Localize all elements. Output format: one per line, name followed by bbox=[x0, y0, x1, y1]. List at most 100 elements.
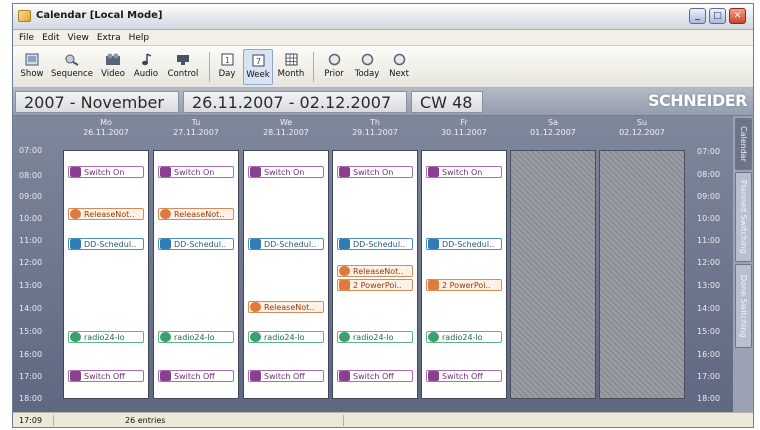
tab-calendar[interactable]: Calendar bbox=[735, 118, 752, 170]
day-column-sun[interactable] bbox=[599, 150, 685, 399]
month-view-button[interactable]: Month bbox=[275, 49, 307, 85]
event-release-notes[interactable]: ReleaseNot.. bbox=[158, 208, 234, 220]
week-label: Week bbox=[246, 70, 270, 80]
event-switch-off[interactable]: Switch Off bbox=[248, 370, 324, 382]
event-switch-off[interactable]: Switch Off bbox=[426, 370, 502, 382]
close-icon: ✕ bbox=[733, 11, 742, 21]
event-radio[interactable]: radio24-lo bbox=[158, 331, 234, 343]
next-icon bbox=[391, 52, 407, 67]
side-tabs: Calendar Planned Switching Done Switchin… bbox=[733, 116, 753, 412]
control-label: Control bbox=[167, 69, 199, 79]
maximize-button[interactable]: □ bbox=[709, 8, 726, 24]
menu-help[interactable]: Help bbox=[129, 33, 150, 43]
time-label: 14:00 bbox=[697, 304, 721, 313]
event-label: ReleaseNot.. bbox=[174, 209, 225, 219]
day-name: Th bbox=[370, 118, 380, 127]
today-button[interactable]: Today bbox=[351, 49, 383, 85]
time-label: 07:00 bbox=[697, 147, 721, 156]
day-date: 30.11.2007 bbox=[441, 128, 487, 137]
time-label: 11:00 bbox=[19, 236, 43, 245]
event-radio[interactable]: radio24-lo bbox=[68, 331, 144, 343]
title-bar[interactable]: Calendar [Local Mode] _ □ ✕ bbox=[13, 4, 753, 30]
event-switch-on[interactable]: Switch On bbox=[158, 166, 234, 178]
menu-file[interactable]: File bbox=[19, 33, 34, 43]
sequence-button[interactable]: Sequence bbox=[49, 49, 95, 85]
event-radio[interactable]: radio24-lo bbox=[248, 331, 324, 343]
event-switch-off[interactable]: Switch Off bbox=[337, 370, 413, 382]
event-power-points[interactable]: 2 PowerPoi.. bbox=[337, 279, 413, 291]
event-release-notes[interactable]: ReleaseNot.. bbox=[337, 265, 413, 277]
switch-icon bbox=[160, 167, 171, 177]
day-column-mon[interactable]: Switch On ReleaseNot.. DD-Schedul.. radi… bbox=[63, 150, 149, 399]
day-column-fri[interactable]: Switch On DD-Schedul.. 2 PowerPoi.. radi… bbox=[421, 150, 507, 399]
day-view-button[interactable]: 1 Day bbox=[213, 49, 241, 85]
event-release-notes[interactable]: ReleaseNot.. bbox=[68, 208, 144, 220]
day-header-wed: We 28.11.2007 bbox=[243, 118, 329, 138]
video-icon bbox=[105, 52, 121, 67]
menu-extra[interactable]: Extra bbox=[97, 33, 121, 43]
audio-button[interactable]: Audio bbox=[131, 49, 161, 85]
event-switch-on[interactable]: Switch On bbox=[68, 166, 144, 178]
event-dd-schedule[interactable]: DD-Schedul.. bbox=[426, 238, 502, 250]
event-dd-schedule[interactable]: DD-Schedul.. bbox=[337, 238, 413, 250]
prior-icon bbox=[326, 52, 342, 67]
event-radio[interactable]: radio24-lo bbox=[337, 331, 413, 343]
day-column-tue[interactable]: Switch On ReleaseNot.. DD-Schedul.. radi… bbox=[153, 150, 239, 399]
menu-edit[interactable]: Edit bbox=[42, 33, 59, 43]
event-label: Switch Off bbox=[264, 371, 305, 381]
day-name: Fr bbox=[460, 118, 468, 127]
event-dd-schedule[interactable]: DD-Schedul.. bbox=[158, 238, 234, 250]
day-icon: 1 bbox=[219, 52, 235, 67]
next-button[interactable]: Next bbox=[385, 49, 413, 85]
day-column-sat[interactable] bbox=[510, 150, 596, 399]
event-dd-schedule[interactable]: DD-Schedul.. bbox=[68, 238, 144, 250]
show-label: Show bbox=[20, 69, 44, 79]
time-label: 07:00 bbox=[19, 146, 43, 155]
month-display: 2007 - November bbox=[15, 91, 179, 113]
event-dd-schedule[interactable]: DD-Schedul.. bbox=[248, 238, 324, 250]
event-switch-off[interactable]: Switch Off bbox=[158, 370, 234, 382]
day-header-sun: Su 02.12.2007 bbox=[599, 118, 685, 138]
event-power-points[interactable]: 2 PowerPoi.. bbox=[426, 279, 502, 291]
toolbar-separator bbox=[209, 52, 210, 82]
release-icon bbox=[70, 209, 81, 219]
event-label: Switch Off bbox=[353, 371, 394, 381]
event-switch-on[interactable]: Switch On bbox=[248, 166, 324, 178]
prior-button[interactable]: Prior bbox=[319, 49, 349, 85]
day-header-thu: Th 29.11.2007 bbox=[332, 118, 418, 138]
control-icon bbox=[175, 52, 191, 67]
event-switch-off[interactable]: Switch Off bbox=[68, 370, 144, 382]
switch-icon bbox=[339, 371, 350, 381]
event-release-notes[interactable]: ReleaseNot.. bbox=[248, 301, 324, 313]
time-label: 10:00 bbox=[697, 214, 721, 223]
time-label: 13:00 bbox=[697, 281, 721, 290]
time-label: 08:00 bbox=[19, 171, 43, 180]
event-radio[interactable]: radio24-lo bbox=[426, 331, 502, 343]
event-switch-on[interactable]: Switch On bbox=[337, 166, 413, 178]
control-button[interactable]: Control bbox=[163, 49, 203, 85]
radio-icon bbox=[339, 332, 350, 342]
next-label: Next bbox=[389, 69, 409, 79]
time-label: 12:00 bbox=[697, 258, 721, 267]
calendar-window: Calendar [Local Mode] _ □ ✕ File Edit Vi… bbox=[12, 3, 754, 428]
event-label: radio24-lo bbox=[264, 332, 305, 342]
switch-icon bbox=[428, 371, 439, 381]
event-label: radio24-lo bbox=[174, 332, 215, 342]
switch-icon bbox=[250, 371, 261, 381]
event-switch-on[interactable]: Switch On bbox=[426, 166, 502, 178]
event-label: ReleaseNot.. bbox=[353, 266, 404, 276]
tab-planned-switching[interactable]: Planned Switching bbox=[735, 172, 752, 262]
day-header-sat: Sa 01.12.2007 bbox=[510, 118, 596, 138]
show-button[interactable]: Show bbox=[17, 49, 47, 85]
week-view-button[interactable]: 7 Week bbox=[243, 49, 273, 85]
day-column-thu[interactable]: Switch On DD-Schedul.. ReleaseNot.. 2 Po… bbox=[332, 150, 418, 399]
close-button[interactable]: ✕ bbox=[729, 8, 746, 24]
window-title: Calendar [Local Mode] bbox=[36, 10, 163, 21]
minimize-button[interactable]: _ bbox=[689, 8, 706, 24]
day-column-wed[interactable]: Switch On DD-Schedul.. ReleaseNot.. radi… bbox=[243, 150, 329, 399]
release-icon bbox=[339, 266, 350, 276]
day-header-fri: Fr 30.11.2007 bbox=[421, 118, 507, 138]
tab-done-switching[interactable]: Done Switching bbox=[735, 264, 752, 348]
video-button[interactable]: Video bbox=[97, 49, 129, 85]
menu-view[interactable]: View bbox=[68, 33, 89, 43]
